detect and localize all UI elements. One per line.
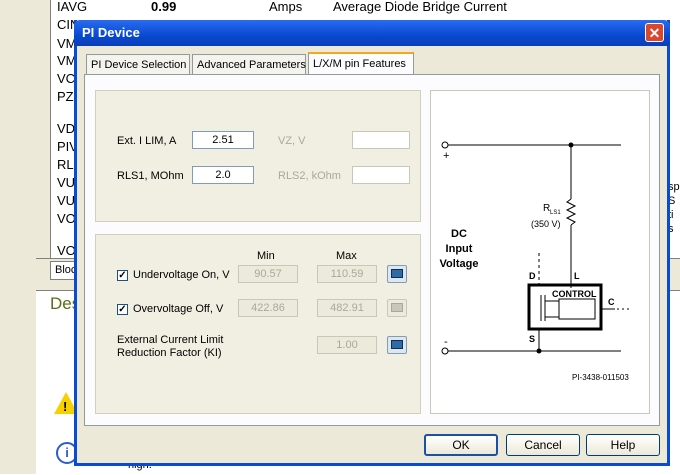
table-row: VO	[57, 243, 76, 258]
pin-d-label: D	[529, 271, 536, 281]
param-name: PZ	[57, 89, 74, 104]
voltage-label: Voltage	[440, 258, 479, 270]
dialog-title: PI Device	[82, 25, 140, 40]
help-button[interactable]: Help	[586, 434, 660, 456]
dialog-titlebar[interactable]: PI Device ✕	[74, 20, 670, 46]
overvoltage-checkbox[interactable]: ✓	[117, 304, 128, 315]
rls1-voltage: (350 V)	[531, 219, 561, 229]
min-header: Min	[257, 250, 275, 262]
calculator-icon	[391, 340, 403, 349]
undervoltage-min[interactable]: 90.57	[238, 265, 298, 283]
table-row: PZ	[57, 89, 74, 104]
kl-input[interactable]: 1.00	[317, 336, 377, 354]
ok-button[interactable]: OK	[424, 434, 498, 456]
minus-sign: -	[444, 336, 448, 348]
overvoltage-label: Overvoltage Off, V	[133, 303, 224, 315]
table-row: VO	[57, 211, 76, 226]
current-limit-group: Ext. I LIM, A 2.51 VZ, V RLS1, MOhm 2.0 …	[95, 90, 421, 222]
voltage-settings-group: Min Max ✓ Undervoltage On, V 90.57 110.5…	[95, 234, 421, 414]
param-name: VO	[57, 243, 76, 258]
param-name: IAVG	[57, 0, 88, 14]
param-unit: Amps	[269, 0, 303, 14]
overvoltage-min[interactable]: 422.86	[238, 299, 298, 317]
param-name: VD	[57, 121, 76, 136]
negative-terminal	[441, 347, 449, 355]
param-name: VC	[57, 71, 76, 86]
overvoltage-calculator-button[interactable]	[387, 299, 407, 317]
rls1-input[interactable]: 2.0	[192, 166, 254, 184]
table-row: VU	[57, 193, 75, 208]
rls1-subscript: LS1	[550, 210, 561, 216]
vz-input[interactable]	[352, 131, 410, 149]
calculator-icon	[391, 269, 403, 278]
undervoltage-max[interactable]: 110.59	[317, 265, 377, 283]
control-label: CONTROL	[552, 289, 597, 299]
pin-c-label: C	[608, 297, 615, 307]
table-row: VU	[57, 175, 75, 190]
rls1-label: RLS1, MOhm	[117, 170, 184, 182]
pin-s-label: S	[529, 334, 535, 344]
ext-ilim-label: Ext. I LIM, A	[117, 135, 177, 147]
ext-ilim-input[interactable]: 2.51	[192, 131, 254, 149]
undervoltage-calculator-button[interactable]	[387, 265, 407, 283]
max-header: Max	[336, 250, 357, 262]
param-name: VU	[57, 193, 76, 208]
circuit-diagram: + - DC Input Voltage R LS1 (350 V) D L C…	[430, 90, 650, 414]
junction-dot	[568, 142, 574, 148]
kl-calculator-button[interactable]	[387, 336, 407, 354]
pin-l-label: L	[574, 271, 580, 281]
cancel-button[interactable]: Cancel	[506, 434, 580, 456]
table-row: IAVG 0.99 Amps Average Diode Bridge Curr…	[57, 0, 507, 14]
param-name: VU	[57, 175, 76, 190]
table-row: VD	[57, 121, 75, 136]
tab-lxm-pin-features[interactable]: L/X/M pin Features	[308, 52, 414, 75]
warning-exclamation-icon: !	[63, 399, 68, 414]
calculator-icon	[391, 303, 403, 312]
plus-sign: +	[443, 150, 449, 162]
undervoltage-checkbox[interactable]: ✓	[117, 270, 128, 281]
resistor-symbol	[565, 198, 577, 226]
overvoltage-max[interactable]: 482.91	[317, 299, 377, 317]
rls2-input[interactable]	[352, 166, 410, 184]
input-label: Input	[446, 243, 473, 255]
param-description: Average Diode Bridge Current	[333, 0, 507, 14]
param-value: 0.99	[151, 0, 177, 14]
param-name: VO	[57, 211, 76, 226]
control-block	[558, 298, 596, 320]
junction-dot	[536, 348, 542, 354]
tab-advanced-parameters[interactable]: Advanced Parameters	[192, 54, 306, 74]
rls2-label: RLS2, kOhm	[278, 170, 341, 182]
positive-terminal	[441, 141, 449, 149]
kl-label-line2: Reduction Factor (KI)	[117, 347, 222, 359]
vz-label: VZ, V	[278, 135, 306, 147]
close-button[interactable]: ✕	[645, 23, 664, 42]
tab-pi-device-selection[interactable]: PI Device Selection	[86, 54, 190, 74]
kl-label-line1: External Current Limit	[117, 334, 224, 346]
undervoltage-label: Undervoltage On, V	[133, 269, 230, 281]
table-row: VC	[57, 71, 75, 86]
schematic-svg: + - DC Input Voltage R LS1 (350 V) D L C…	[440, 141, 631, 382]
part-number: PI-3438-011503	[572, 373, 629, 382]
dc-label: DC	[451, 228, 467, 240]
